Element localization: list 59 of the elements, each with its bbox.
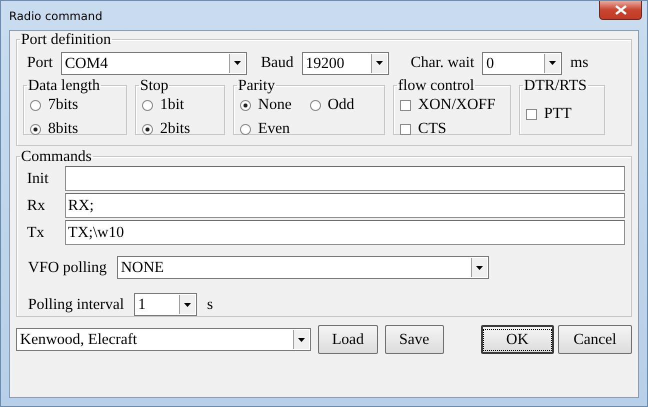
checkbox[interactable]: [400, 124, 411, 134]
option-label: Even: [258, 120, 290, 138]
dropdown-arrow-icon: [549, 61, 556, 65]
radio-button[interactable]: [240, 100, 251, 110]
group-title: Stop: [139, 78, 170, 93]
field-label: Rx: [26, 196, 46, 214]
char-wait-label: Char. wait: [410, 54, 474, 72]
dropdown-arrow-icon: [234, 61, 241, 65]
dropdown-arrow-icon: [184, 302, 192, 306]
radio-button[interactable]: [310, 100, 321, 110]
field-label: Tx: [26, 224, 46, 242]
group-title: DTR/RTS: [523, 78, 588, 93]
option-label: 1bit: [160, 96, 184, 114]
option-label: 7bits: [48, 96, 78, 114]
group-title: Data length: [27, 78, 101, 93]
checkbox[interactable]: [400, 100, 411, 110]
dialog-button[interactable]: OK: [480, 325, 554, 354]
port-dropdown[interactable]: COM4: [60, 52, 247, 74]
group-title: flow control: [397, 78, 476, 93]
checkbox[interactable]: [526, 108, 537, 120]
polling-interval-label: Polling interval: [28, 296, 124, 314]
option-label: 8bits: [48, 120, 78, 138]
dropdown-arrow-icon: [298, 338, 306, 342]
input-field[interactable]: TX;\w10: [65, 220, 625, 245]
option-label: None: [258, 96, 292, 114]
group-title: Port definition: [20, 32, 112, 48]
port-label: Port: [27, 54, 53, 72]
radio-button[interactable]: [30, 124, 41, 134]
input-field[interactable]: [65, 166, 625, 191]
option-label: CTS: [418, 120, 446, 138]
dialog-button[interactable]: Load: [318, 325, 378, 354]
window-title: Radio command: [9, 9, 102, 23]
preset-dropdown[interactable]: Kenwood, Elecraft: [16, 328, 312, 351]
dialog-button[interactable]: Save: [384, 325, 444, 354]
baud-label: Baud: [260, 54, 294, 72]
option-label: XON/XOFF: [418, 96, 496, 114]
unit-label: s: [207, 296, 214, 314]
group-title: Parity: [237, 78, 276, 93]
input-field[interactable]: RX;: [65, 193, 625, 218]
close-icon: [614, 5, 626, 15]
char-wait-dropdown[interactable]: 0: [482, 52, 562, 74]
radio-button[interactable]: [30, 100, 41, 110]
unit-label: ms: [570, 54, 588, 72]
vfo-polling-label: VFO polling: [28, 258, 107, 276]
vfo-polling-dropdown[interactable]: NONE: [116, 256, 489, 279]
radio-button[interactable]: [142, 124, 153, 134]
close-button[interactable]: [599, 1, 642, 20]
group-title: Commands: [20, 148, 93, 164]
field-label: Init: [26, 170, 50, 188]
dropdown-arrow-icon: [476, 266, 483, 270]
radio-button[interactable]: [240, 124, 251, 134]
option-label: Odd: [328, 96, 354, 114]
radio-button[interactable]: [142, 100, 153, 110]
dropdown-arrow-icon: [376, 61, 383, 65]
dialog-button[interactable]: Cancel: [558, 325, 632, 354]
baud-dropdown[interactable]: 19200: [302, 52, 389, 74]
option-label: 2bits: [160, 120, 190, 138]
polling-interval-dropdown[interactable]: 1: [134, 293, 198, 316]
option-label: PTT: [544, 105, 572, 123]
